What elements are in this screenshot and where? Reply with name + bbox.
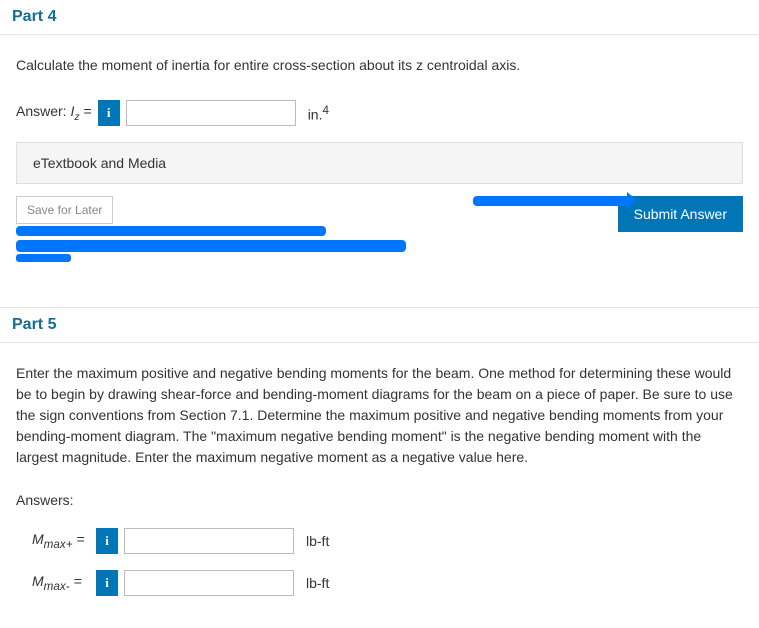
etextbook-button[interactable]: eTextbook and Media [16,142,743,184]
part-5-body: Enter the maximum positive and negative … [0,343,759,628]
unit-in4: in.4 [308,104,329,123]
equals: = [80,103,92,119]
var-m: M [32,531,44,547]
redaction-mark [16,254,71,262]
mmax-negative-row: Mmax- = i lb-ft [32,570,743,596]
answer-prefix: Answer: [16,103,70,119]
unit-sup: 4 [322,104,328,117]
mmax-pos-label: Mmax+ = [32,531,90,551]
part-5-section: Part 5 Enter the maximum positive and ne… [0,308,759,628]
redaction-mark [16,226,326,236]
mmax-neg-label: Mmax- = [32,573,90,593]
part-5-prompt: Enter the maximum positive and negative … [16,363,743,468]
unit-prefix: in. [308,106,323,122]
redaction-mark [473,196,633,206]
unit-lbft-neg: lb-ft [306,575,329,591]
answer-label: Answer: Iz = [16,103,92,123]
info-button-part4[interactable]: i [98,100,120,126]
part-5-title: Part 5 [0,308,759,343]
part-4-section: Part 4 Calculate the moment of inertia f… [0,0,759,248]
part-4-prompt: Calculate the moment of inertia for enti… [16,55,743,76]
part-4-title: Part 4 [0,0,759,35]
info-button-mmaxneg[interactable]: i [96,570,118,596]
var-m: M [32,573,44,589]
sub-maxminus: max- [44,580,70,593]
mmax-positive-row: Mmax+ = i lb-ft [32,528,743,554]
redaction-mark [16,240,406,252]
save-for-later-button[interactable]: Save for Later [16,196,113,224]
sub-maxplus: max+ [44,538,73,551]
equals: = [70,573,82,589]
answer-variable: Iz [70,103,79,119]
part-4-answer-row: Answer: Iz = i in.4 [16,100,743,126]
answers-label: Answers: [16,492,743,508]
part-4-body: Calculate the moment of inertia for enti… [0,35,759,248]
info-button-mmaxpos[interactable]: i [96,528,118,554]
action-row: Save for Later Submit Answer [16,196,743,232]
iz-input[interactable] [126,100,296,126]
equals: = [73,531,85,547]
mmax-neg-input[interactable] [124,570,294,596]
section-divider [0,248,759,308]
mmax-pos-input[interactable] [124,528,294,554]
unit-lbft-pos: lb-ft [306,533,329,549]
